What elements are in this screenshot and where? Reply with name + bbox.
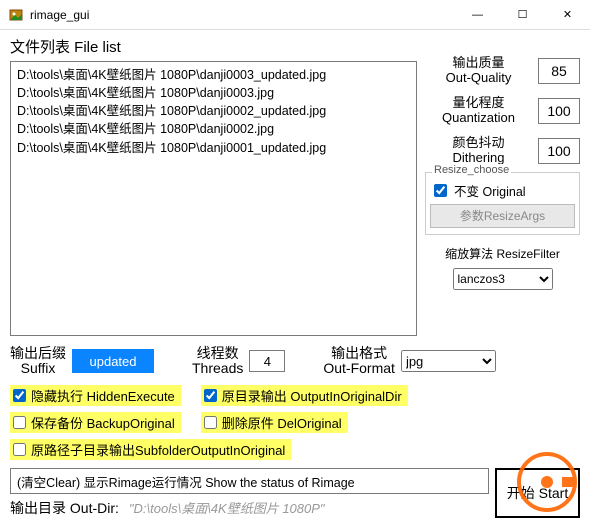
- backup-original-checkbox[interactable]: 保存备份 BackupOriginal: [10, 412, 181, 433]
- resize-legend: Resize_choose: [432, 164, 511, 176]
- threads-input[interactable]: [249, 350, 285, 372]
- start-button[interactable]: 开始 Start: [495, 468, 580, 518]
- outdir-label: 输出目录 Out-Dir:: [10, 498, 119, 518]
- quality-label: 输出质量 Out-Quality: [425, 56, 532, 86]
- dithering-label: 颜色抖动 Dithering: [425, 136, 532, 166]
- quantization-label: 量化程度 Quantization: [425, 96, 532, 126]
- resize-original-input[interactable]: [434, 184, 447, 197]
- resize-group: Resize_choose 不变 Original 参数ResizeArgs: [425, 172, 580, 235]
- list-item[interactable]: D:\tools\桌面\4K壁纸图片 1080P\danji0002.jpg: [17, 120, 410, 138]
- resize-original-checkbox[interactable]: 不变 Original: [430, 181, 575, 200]
- filelist[interactable]: D:\tools\桌面\4K壁纸图片 1080P\danji0003_updat…: [10, 61, 417, 336]
- filelist-label: 文件列表 File list: [10, 36, 417, 57]
- resize-filter-label: 缩放算法 ResizeFilter: [425, 245, 580, 262]
- quality-input[interactable]: [538, 58, 580, 84]
- del-original-checkbox[interactable]: 删除原件 DelOriginal: [201, 412, 348, 433]
- resize-filter-select[interactable]: lanczos3: [453, 268, 553, 290]
- suffix-label: 输出后缀 Suffix: [10, 346, 66, 377]
- window-title: rimage_gui: [30, 8, 455, 22]
- list-item[interactable]: D:\tools\桌面\4K壁纸图片 1080P\danji0003_updat…: [17, 66, 410, 84]
- status-box[interactable]: (清空Clear) 显示Rimage运行情况 Show the status o…: [10, 468, 489, 494]
- list-item[interactable]: D:\tools\桌面\4K壁纸图片 1080P\danji0002_updat…: [17, 102, 410, 120]
- format-label: 输出格式 Out-Format: [323, 346, 395, 377]
- close-button[interactable]: ✕: [545, 0, 590, 29]
- maximize-button[interactable]: ☐: [500, 0, 545, 29]
- minimize-button[interactable]: —: [455, 0, 500, 29]
- resize-args-button[interactable]: 参数ResizeArgs: [430, 204, 575, 228]
- output-original-dir-checkbox[interactable]: 原目录输出 OutputInOriginalDir: [201, 385, 408, 406]
- titlebar: rimage_gui — ☐ ✕: [0, 0, 590, 30]
- list-item[interactable]: D:\tools\桌面\4K壁纸图片 1080P\danji0003.jpg: [17, 84, 410, 102]
- outdir-value: "D:\tools\桌面\4K壁纸图片 1080P": [129, 498, 325, 517]
- quantization-input[interactable]: [538, 98, 580, 124]
- format-select[interactable]: jpg: [401, 350, 496, 372]
- suffix-input[interactable]: [72, 349, 154, 373]
- app-icon: [8, 7, 24, 23]
- window-controls: — ☐ ✕: [455, 0, 590, 29]
- list-item[interactable]: D:\tools\桌面\4K壁纸图片 1080P\danji0001_updat…: [17, 139, 410, 157]
- threads-label: 线程数 Threads: [192, 346, 243, 377]
- hidden-execute-checkbox[interactable]: 隐藏执行 HiddenExecute: [10, 385, 181, 406]
- subfolder-output-checkbox[interactable]: 原路径子目录输出SubfolderOutputInOriginal: [10, 439, 291, 460]
- dithering-input[interactable]: [538, 138, 580, 164]
